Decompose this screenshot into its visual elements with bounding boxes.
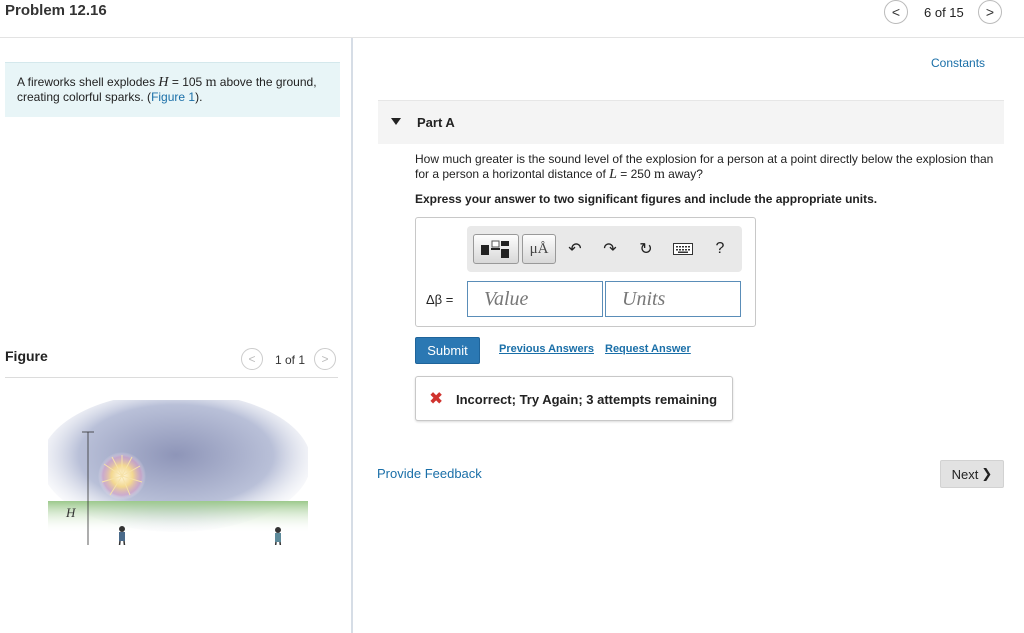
- instruction-text: Express your answer to two significant f…: [415, 192, 878, 206]
- keyboard-icon[interactable]: [670, 234, 696, 264]
- units-input[interactable]: [606, 282, 740, 316]
- figure-link[interactable]: Figure 1: [151, 90, 195, 104]
- math-toolbar: μÅ ↶ ↷ ↻ ?: [467, 226, 742, 272]
- reset-icon[interactable]: ↻: [633, 234, 659, 264]
- var-h: H: [158, 75, 169, 90]
- unit-m: m: [653, 167, 665, 182]
- top-bar: Problem 12.16 < 6 of 15 >: [0, 0, 1024, 38]
- units-button[interactable]: μÅ: [522, 234, 556, 264]
- answer-label: Δβ =: [426, 292, 454, 307]
- submit-button[interactable]: Submit: [415, 337, 480, 364]
- figure-prev-button[interactable]: <: [241, 348, 263, 370]
- units-field[interactable]: [605, 281, 741, 317]
- ground: [48, 501, 308, 533]
- problem-counter: 6 of 15: [924, 5, 964, 20]
- person-below-icon: [118, 526, 126, 545]
- keyboard-glyph: [673, 243, 693, 255]
- figure-label-h: H: [65, 505, 76, 520]
- templates-icon: [481, 240, 509, 258]
- next-problem-button[interactable]: >: [978, 0, 1002, 24]
- help-button[interactable]: ?: [707, 234, 733, 264]
- constants-link[interactable]: Constants: [931, 56, 985, 70]
- problem-title: Problem 12.16: [5, 2, 107, 19]
- unit-m: m: [205, 75, 217, 90]
- problem-statement: A fireworks shell explodes H = 105 m abo…: [5, 62, 340, 117]
- figure-counter: 1 of 1: [275, 353, 306, 367]
- answer-box: μÅ ↶ ↷ ↻ ? Δβ =: [415, 217, 756, 327]
- person-far-icon: [274, 527, 282, 545]
- previous-answers-link[interactable]: Previous Answers: [499, 343, 594, 355]
- chevron-left-icon: <: [891, 4, 901, 20]
- chevron-left-icon: <: [248, 352, 256, 366]
- question-text: How much greater is the sound level of t…: [415, 152, 994, 182]
- incorrect-icon: ✖: [429, 389, 444, 408]
- part-a-label: Part A: [417, 115, 455, 130]
- fireworks-figure: H L: [48, 400, 308, 545]
- feedback-text: Incorrect; Try Again; 3 attempts remaini…: [456, 392, 718, 407]
- feedback-message: ✖ Incorrect; Try Again; 3 attempts remai…: [415, 376, 733, 421]
- templates-button[interactable]: [473, 234, 519, 264]
- value-field[interactable]: [467, 281, 603, 317]
- figure-next-button[interactable]: >: [314, 348, 336, 370]
- chevron-right-icon: ❯: [981, 466, 993, 481]
- undo-icon[interactable]: ↶: [562, 234, 588, 264]
- redo-icon[interactable]: ↷: [597, 234, 623, 264]
- request-answer-link[interactable]: Request Answer: [605, 343, 691, 355]
- provide-feedback-link[interactable]: Provide Feedback: [377, 466, 482, 481]
- collapse-caret-icon[interactable]: [391, 118, 401, 125]
- prev-problem-button[interactable]: <: [884, 0, 908, 24]
- part-a-header[interactable]: Part A: [378, 100, 1004, 144]
- chevron-right-icon: >: [985, 4, 995, 20]
- next-label: Next: [951, 466, 979, 482]
- chevron-right-icon: >: [321, 352, 329, 366]
- panel-divider: [351, 38, 353, 633]
- figure-title: Figure: [5, 348, 48, 364]
- figure-header: Figure < 1 of 1 >: [5, 346, 338, 378]
- next-button[interactable]: Next ❯: [940, 460, 1004, 488]
- var-l: L: [609, 167, 617, 182]
- value-input[interactable]: [468, 282, 602, 316]
